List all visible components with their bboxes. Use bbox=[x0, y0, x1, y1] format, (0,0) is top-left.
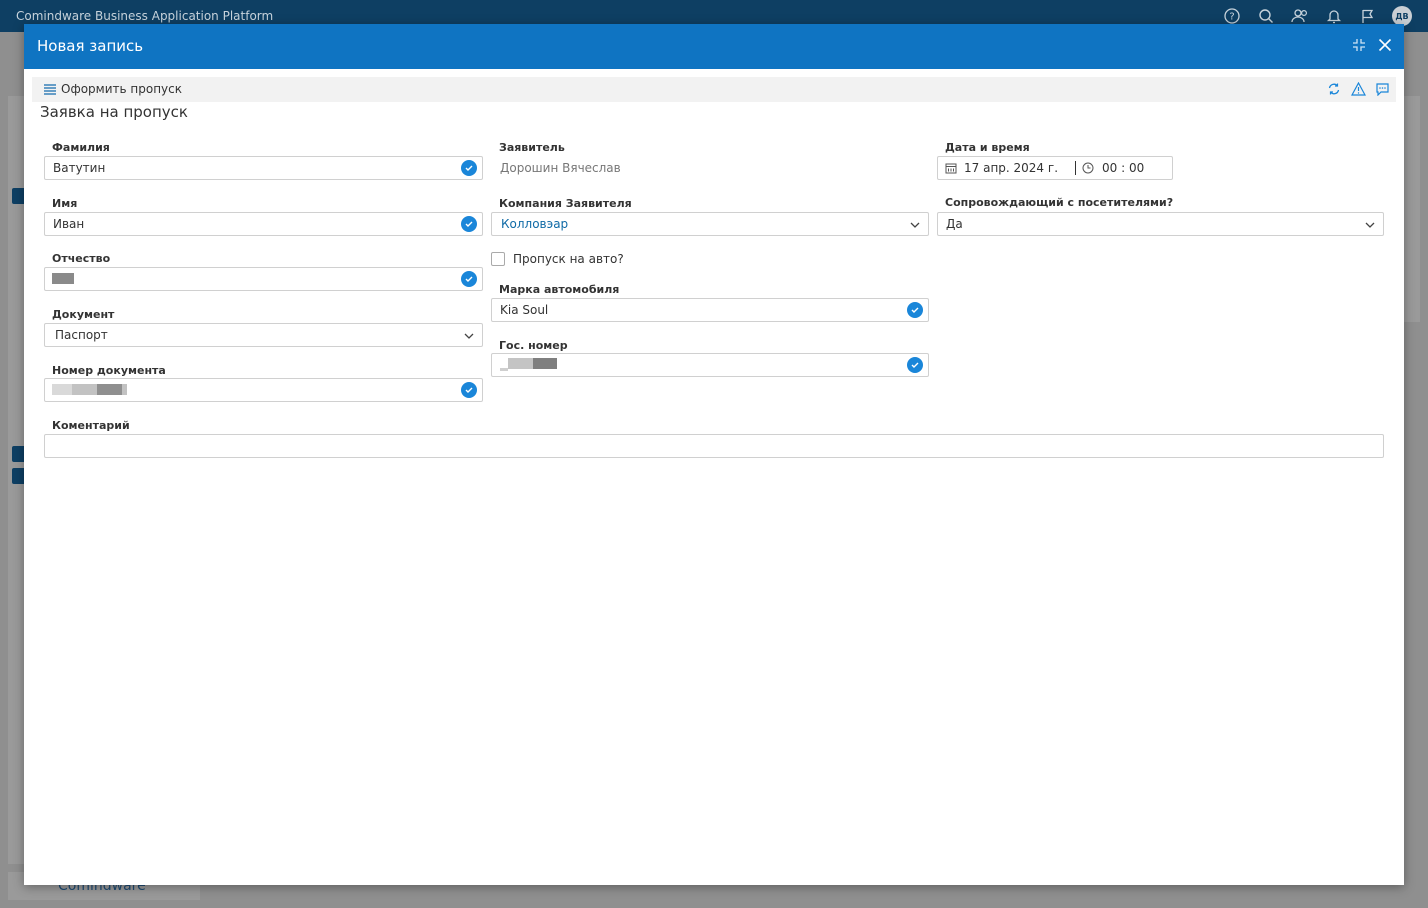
firstname-field[interactable]: Иван bbox=[44, 212, 483, 236]
applicant-value: Дорошин Вячеслав bbox=[500, 161, 621, 175]
document-number-field[interactable] bbox=[44, 378, 483, 402]
firstname-label: Имя bbox=[52, 197, 78, 210]
redacted-block bbox=[72, 384, 97, 395]
bell-icon[interactable] bbox=[1324, 6, 1344, 26]
new-record-modal: Новая запись Оформить пропуск Заявка на … bbox=[24, 24, 1404, 885]
datetime-label: Дата и время bbox=[945, 141, 1030, 154]
company-select[interactable]: Колловэар bbox=[491, 212, 929, 236]
svg-text:?: ? bbox=[1229, 12, 1234, 23]
checkbox[interactable] bbox=[491, 252, 505, 266]
car-brand-label: Марка автомобиля bbox=[499, 283, 620, 296]
collapse-icon[interactable] bbox=[1350, 36, 1368, 54]
escort-select[interactable]: Да bbox=[937, 212, 1384, 236]
redacted-block bbox=[533, 358, 557, 369]
search-icon[interactable] bbox=[1256, 6, 1276, 26]
redacted-block bbox=[52, 273, 74, 284]
escort-value: Да bbox=[946, 217, 963, 231]
top-bar-icons: ? ДВ bbox=[1222, 6, 1412, 26]
issue-pass-menu-button[interactable]: Оформить пропуск bbox=[44, 82, 182, 96]
plate-label: Гос. номер bbox=[499, 339, 568, 352]
patronymic-field[interactable] bbox=[44, 267, 483, 291]
lastname-value: Ватутин bbox=[53, 161, 106, 175]
menu-icon bbox=[44, 84, 56, 95]
calendar-icon bbox=[945, 163, 957, 174]
comments-icon[interactable] bbox=[1374, 81, 1390, 97]
check-icon bbox=[461, 160, 477, 176]
document-select[interactable]: Паспорт bbox=[44, 323, 483, 347]
lastname-label: Фамилия bbox=[52, 141, 110, 154]
date-value[interactable]: 17 апр. 2024 г. bbox=[964, 161, 1058, 175]
plate-field[interactable] bbox=[491, 353, 929, 377]
app-title: Comindware Business Application Platform bbox=[16, 9, 274, 23]
redacted-block bbox=[500, 368, 508, 371]
chevron-down-icon bbox=[1365, 222, 1375, 228]
warning-icon[interactable] bbox=[1350, 81, 1366, 97]
comment-label: Коментарий bbox=[52, 419, 130, 432]
flag-icon[interactable] bbox=[1358, 6, 1378, 26]
redacted-block bbox=[122, 384, 127, 395]
check-icon bbox=[907, 357, 923, 373]
form-title: Заявка на пропуск bbox=[40, 103, 188, 121]
close-icon[interactable] bbox=[1376, 36, 1394, 54]
check-icon bbox=[461, 382, 477, 398]
form-toolbar: Оформить пропуск bbox=[32, 77, 1396, 102]
patronymic-label: Отчество bbox=[52, 252, 111, 265]
car-pass-checkbox[interactable]: Пропуск на авто? bbox=[491, 252, 624, 266]
users-icon[interactable] bbox=[1290, 6, 1310, 26]
check-icon bbox=[907, 302, 923, 318]
modal-title: Новая запись bbox=[37, 37, 144, 55]
car-pass-label: Пропуск на авто? bbox=[513, 252, 624, 266]
time-value[interactable]: 00 : 00 bbox=[1102, 161, 1144, 175]
comment-field[interactable] bbox=[44, 434, 1384, 458]
caret bbox=[1075, 161, 1076, 175]
check-icon bbox=[461, 271, 477, 287]
modal-actions bbox=[1350, 36, 1394, 54]
applicant-label: Заявитель bbox=[499, 141, 565, 154]
firstname-value: Иван bbox=[53, 217, 85, 231]
chevron-down-icon bbox=[464, 333, 474, 339]
lastname-field[interactable]: Ватутин bbox=[44, 156, 483, 180]
issue-pass-label: Оформить пропуск bbox=[61, 82, 182, 96]
clock-icon bbox=[1082, 162, 1094, 174]
avatar[interactable]: ДВ bbox=[1392, 6, 1412, 26]
company-label: Компания Заявителя bbox=[499, 197, 632, 210]
car-brand-field[interactable]: Kia Soul bbox=[491, 298, 929, 322]
escort-label: Сопровождающий с посетителями? bbox=[945, 196, 1174, 209]
redacted-block bbox=[508, 358, 533, 369]
document-number-label: Номер документа bbox=[52, 364, 166, 377]
check-icon bbox=[461, 216, 477, 232]
modal-header: Новая запись bbox=[24, 24, 1404, 69]
document-value: Паспорт bbox=[55, 328, 108, 342]
document-label: Документ bbox=[52, 308, 115, 321]
datetime-field[interactable]: 17 апр. 2024 г. 00 : 00 bbox=[937, 156, 1173, 180]
toolbar-icons bbox=[1326, 81, 1390, 97]
chevron-down-icon bbox=[910, 222, 920, 228]
car-brand-value: Kia Soul bbox=[500, 303, 549, 317]
company-value[interactable]: Колловэар bbox=[501, 217, 568, 231]
refresh-icon[interactable] bbox=[1326, 81, 1342, 97]
redacted-block bbox=[97, 384, 122, 395]
help-icon[interactable]: ? bbox=[1222, 6, 1242, 26]
redacted-block bbox=[52, 384, 72, 395]
